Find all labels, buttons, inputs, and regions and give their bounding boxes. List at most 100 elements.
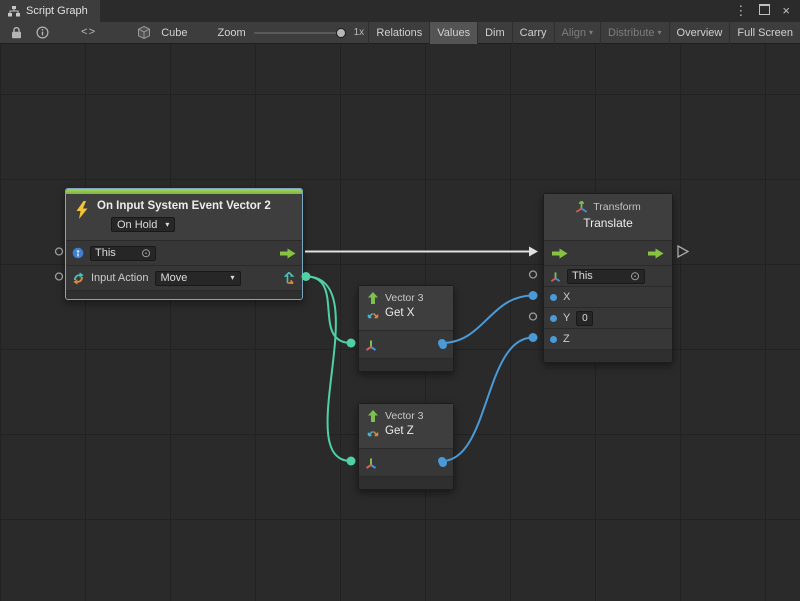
button-label: Dim [485, 27, 505, 39]
y-value-field[interactable]: 0 [576, 311, 593, 326]
chevron-down-icon: ▾ [230, 274, 234, 282]
port-label-x: X [563, 291, 570, 303]
zoom-slider-track [254, 32, 346, 34]
unconnected-port [530, 313, 537, 320]
input-action-icon [72, 272, 85, 285]
axis-mini-icon [550, 271, 561, 282]
event-mode-dropdown[interactable]: On Hold ▾ [111, 217, 175, 232]
wire-endpoint [529, 291, 538, 300]
maximize-icon[interactable] [759, 0, 770, 22]
vector-output-port[interactable] [439, 459, 447, 467]
zoom-label: Zoom [218, 27, 246, 39]
button-label: Align [562, 27, 586, 39]
input-action-label: Input Action [91, 272, 149, 284]
lock-icon[interactable] [8, 26, 25, 39]
toolbar-button-overview[interactable]: Overview [669, 22, 730, 44]
graph-icon [8, 6, 20, 17]
node-get-z[interactable]: Vector 3 Get Z [358, 403, 454, 490]
input-action-dropdown[interactable]: Move ▾ [155, 271, 241, 286]
flow-wire-arrowhead [529, 247, 538, 257]
title-bar: Script Graph ⋮ × [0, 0, 800, 22]
button-label: Overview [677, 27, 723, 39]
maximize-glyph [759, 4, 770, 15]
zoom-slider-handle[interactable] [336, 28, 346, 38]
node-title: Translate [544, 216, 672, 230]
unconnected-port [56, 273, 63, 280]
toolbar-button-distribute[interactable]: Distribute ▾ [600, 22, 668, 44]
wire-endpoint [529, 333, 538, 342]
node-footer [66, 290, 302, 299]
vector3-icon [367, 410, 379, 422]
target-picker-icon[interactable]: ⊙ [141, 247, 151, 259]
node-transform-translate[interactable]: Transform Translate This ⊙ [543, 193, 673, 363]
node-title: On Input System Event Vector 2 [97, 198, 271, 214]
close-icon[interactable]: × [782, 0, 790, 22]
unconnected-port [530, 271, 537, 278]
toolbar-button-fullscreen[interactable]: Full Screen [729, 22, 800, 44]
graph-canvas[interactable]: On Input System Event Vector 2 On Hold ▾… [0, 44, 800, 601]
this-object-field[interactable]: This ⊙ [90, 246, 156, 261]
info-icon[interactable] [33, 26, 52, 39]
target-picker-icon[interactable]: ⊙ [630, 270, 640, 282]
object-icon [72, 247, 84, 259]
lightning-icon [74, 201, 90, 219]
toolbar-button-values[interactable]: Values [429, 22, 477, 44]
axis-mini-icon [365, 457, 377, 469]
unconnected-port [56, 248, 63, 255]
tab-label: Script Graph [26, 5, 88, 17]
get-component-icon [367, 425, 379, 437]
node-type-label: Transform [593, 201, 640, 213]
node-get-x[interactable]: Vector 3 Get X [358, 285, 454, 372]
flow-continue-icon [678, 246, 688, 257]
cube-icon [135, 26, 153, 39]
node-type-label: Vector 3 [385, 410, 424, 422]
event-mode-value: On Hold [117, 219, 157, 231]
node-type-label: Vector 3 [385, 292, 424, 304]
axis-mini-icon [365, 339, 377, 351]
toolbar-button-relations[interactable]: Relations [368, 22, 429, 44]
flow-output-icon[interactable] [648, 248, 664, 259]
zoom-slider[interactable] [254, 27, 346, 39]
toolbar-button-dim[interactable]: Dim [477, 22, 512, 44]
this-label: This [95, 247, 116, 259]
vector3-icon [367, 292, 379, 304]
flow-output-icon[interactable] [280, 248, 296, 259]
button-label: Carry [520, 27, 547, 39]
value-wire-teal [306, 277, 351, 344]
vector-output-port[interactable] [439, 341, 447, 349]
chevron-down-icon: ▾ [658, 29, 662, 37]
flow-input-icon[interactable] [552, 248, 568, 259]
menu-icon[interactable]: ⋮ [734, 0, 747, 22]
node-footer [359, 476, 453, 489]
graph-toolbar: <> Cube Zoom 1x Relations Values Dim Car… [0, 22, 800, 44]
input-port-x[interactable] [550, 294, 557, 301]
tab-script-graph[interactable]: Script Graph [0, 0, 100, 22]
button-label: Relations [376, 27, 422, 39]
input-port-y[interactable] [550, 315, 557, 322]
vector2-output-icon[interactable] [284, 272, 296, 284]
chevron-down-icon: ▾ [165, 221, 169, 229]
value-wire-teal [306, 277, 351, 462]
zoom-value: 1x [354, 27, 365, 38]
toolbar-button-align[interactable]: Align ▾ [554, 22, 600, 44]
value-wire-blue [442, 296, 533, 344]
port-label-y: Y [563, 312, 570, 324]
node-footer [544, 349, 672, 362]
wire-endpoint [347, 339, 356, 348]
port-label-z: Z [563, 333, 570, 345]
node-title: Get Z [385, 425, 414, 437]
toolbar-button-carry[interactable]: Carry [512, 22, 554, 44]
node-footer [359, 358, 453, 371]
input-port-z[interactable] [550, 336, 557, 343]
value-wire-blue [442, 338, 533, 462]
wire-endpoint [347, 457, 356, 466]
get-component-icon [367, 307, 379, 319]
transform-icon [575, 200, 588, 213]
chevron-down-icon: ▾ [589, 29, 593, 37]
this-object-field[interactable]: This ⊙ [567, 269, 645, 284]
this-label: This [572, 270, 593, 282]
code-icon[interactable]: <> [78, 27, 99, 39]
node-on-input-system-event[interactable]: On Input System Event Vector 2 On Hold ▾… [65, 188, 303, 300]
input-action-value: Move [161, 272, 188, 284]
node-title: Get X [385, 307, 414, 319]
